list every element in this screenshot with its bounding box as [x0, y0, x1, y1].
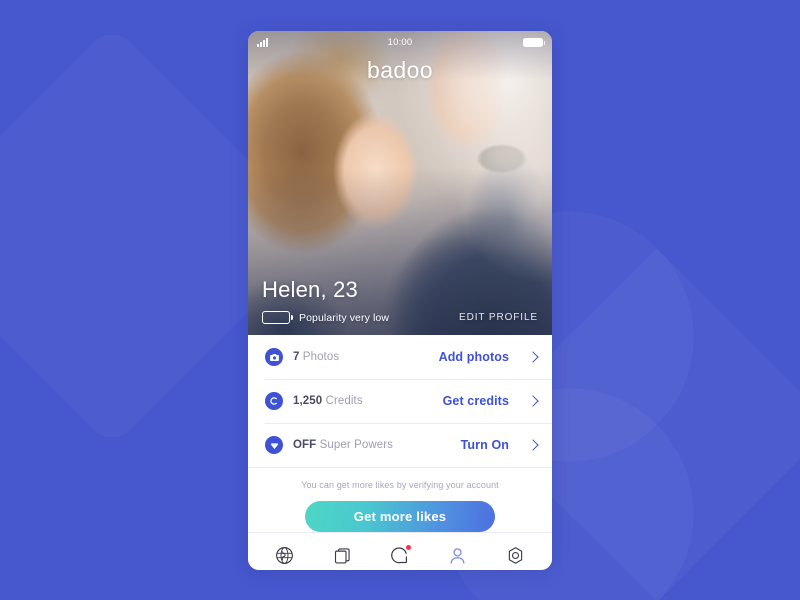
row-photos-label: Photos [302, 351, 340, 363]
status-bar-left [257, 37, 388, 47]
row-photos-value: 7 [293, 351, 300, 363]
super-powers-gem-icon [265, 436, 283, 454]
add-photos-button[interactable]: Add photos [439, 350, 509, 364]
chevron-right-icon[interactable] [527, 439, 539, 451]
row-super-powers-label: Super Powers [319, 439, 394, 451]
row-super-powers[interactable]: OFF Super Powers Turn On [248, 423, 552, 467]
tab-profile[interactable] [438, 539, 478, 571]
row-super-powers-text: OFF Super Powers [293, 439, 393, 451]
get-more-likes-button[interactable]: Get more likes [305, 501, 495, 532]
promo-text: You can get more likes by verifying your… [301, 480, 499, 490]
camera-icon [265, 348, 283, 366]
row-super-powers-value: OFF [293, 439, 317, 451]
promo-section: You can get more likes by verifying your… [248, 467, 552, 532]
profile-name: Helen, 23 [262, 277, 358, 302]
globe-icon [276, 547, 294, 564]
credits-c-icon [265, 392, 283, 410]
settings-gear-icon [508, 547, 522, 564]
row-credits-text: 1,250 Credits [293, 395, 363, 407]
status-bar-time: 10:00 [387, 36, 413, 48]
turn-on-button[interactable]: Turn On [461, 438, 509, 452]
row-photos[interactable]: 7 Photos Add photos [248, 335, 552, 379]
tab-chat[interactable] [380, 539, 420, 571]
phone-mockup: 10:00 badoo Helen, 23 Popularity very lo… [248, 31, 552, 570]
cards-stack-icon [334, 548, 350, 564]
tab-settings[interactable] [495, 539, 535, 571]
tab-cards-stack[interactable] [322, 539, 362, 571]
tab-encounters-globe[interactable] [265, 539, 305, 571]
battery-icon [523, 37, 545, 47]
chevron-right-icon[interactable] [527, 395, 539, 407]
row-credits-label: Credits [325, 395, 363, 407]
row-credits-value: 1,250 [293, 395, 323, 407]
profile-overlay: Helen, 23 Popularity very low EDIT PROFI… [248, 277, 552, 335]
status-bar: 10:00 [248, 31, 552, 53]
signal-bars-icon [257, 37, 268, 47]
badoo-logo: badoo [367, 57, 433, 83]
chat-notification-badge [405, 544, 411, 550]
edit-profile-button[interactable]: EDIT PROFILE [459, 312, 538, 323]
profile-meta-row: Popularity very low EDIT PROFILE [262, 311, 538, 324]
popularity-label: Popularity very low [299, 311, 390, 324]
chevron-right-icon[interactable] [527, 351, 539, 363]
row-credits[interactable]: 1,250 Credits Get credits [248, 379, 552, 423]
bottom-tab-bar [248, 532, 552, 570]
row-photos-text: 7 Photos [293, 351, 339, 363]
battery-level-icon [262, 311, 293, 324]
status-bar-right [412, 37, 545, 47]
get-credits-button[interactable]: Get credits [443, 394, 509, 408]
profile-photo-hero: 10:00 badoo Helen, 23 Popularity very lo… [248, 31, 552, 335]
account-summary-list: 7 Photos Add photos 1,250 Credits Get cr… [248, 335, 552, 467]
person-icon [450, 548, 465, 564]
